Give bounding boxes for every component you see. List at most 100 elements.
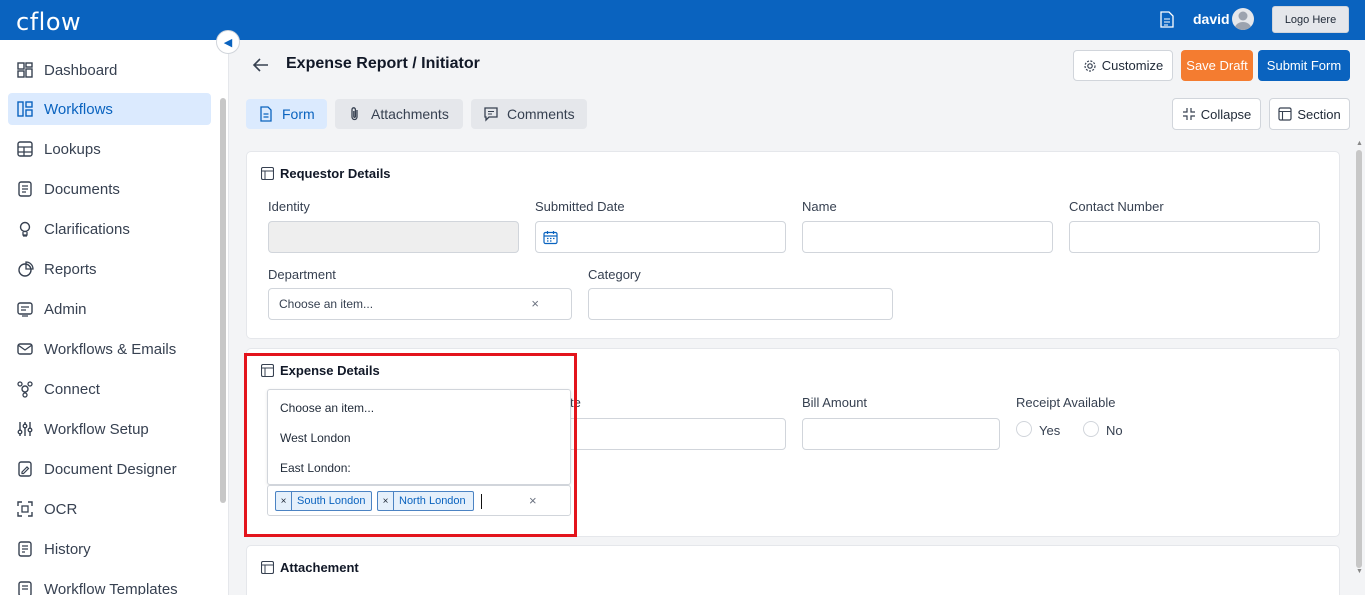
- cflow-logo[interactable]: cflow: [16, 8, 81, 36]
- sidebar-item-workflows[interactable]: Workflows: [8, 93, 211, 125]
- sidebar-item-workflows-emails[interactable]: Workflows & Emails: [8, 333, 211, 365]
- attachement-card: Attachement: [246, 545, 1340, 595]
- identity-label: Identity: [268, 199, 310, 214]
- sidebar-item-history[interactable]: History: [8, 533, 211, 565]
- name-field[interactable]: [802, 221, 1053, 253]
- sidebar-item-label: Workflows & Emails: [44, 340, 177, 358]
- text-cursor: [481, 494, 482, 509]
- document-icon: [16, 180, 34, 198]
- customize-label: Customize: [1101, 58, 1164, 73]
- sidebar-item-label: Workflows: [44, 100, 113, 118]
- scroll-down-icon[interactable]: ▼: [1356, 568, 1363, 575]
- sidebar-item-reports[interactable]: Reports: [8, 253, 211, 285]
- chip-label: North London: [399, 495, 466, 507]
- remove-chip-icon[interactable]: ×: [378, 492, 394, 510]
- attachement-title: Attachement: [280, 560, 359, 575]
- section-icon: [1278, 107, 1292, 121]
- sidebar-collapse-toggle[interactable]: ◀: [216, 30, 240, 54]
- username[interactable]: david: [1193, 11, 1230, 27]
- logo-here-button[interactable]: Logo Here: [1272, 6, 1349, 33]
- page-title: Expense Report / Initiator: [286, 55, 480, 72]
- main-scrollbar[interactable]: [1356, 150, 1362, 568]
- dashboard-icon: [16, 61, 34, 79]
- tab-attachments-label: Attachments: [371, 106, 449, 122]
- sidebar-item-label: Reports: [44, 260, 97, 278]
- sidebar-item-document-designer[interactable]: Document Designer: [8, 453, 211, 485]
- document-icon[interactable]: [1160, 11, 1174, 28]
- save-draft-button[interactable]: Save Draft: [1181, 50, 1253, 81]
- section-icon: [261, 167, 274, 180]
- scroll-up-icon[interactable]: ▲: [1356, 140, 1363, 147]
- bill-amount-label: Bill Amount: [802, 395, 868, 410]
- remove-chip-icon[interactable]: ×: [276, 492, 292, 510]
- sidebar-item-workflow-setup[interactable]: Workflow Setup: [8, 413, 211, 445]
- dropdown-option[interactable]: Choose an item...: [280, 401, 374, 415]
- receipt-yes-radio[interactable]: [1016, 421, 1032, 437]
- tab-comments[interactable]: Comments: [471, 99, 587, 129]
- collapse-label: Collapse: [1200, 106, 1252, 122]
- admin-icon: [16, 300, 34, 318]
- section-icon: [261, 364, 274, 377]
- chip-label: South London: [297, 495, 366, 507]
- clear-icon[interactable]: ×: [529, 493, 537, 508]
- sidebar-item-ocr[interactable]: OCR: [8, 493, 211, 525]
- expense-date-field[interactable]: [535, 418, 786, 450]
- mail-icon: [16, 340, 34, 358]
- sidebar-item-dashboard[interactable]: Dashboard: [8, 54, 211, 86]
- category-label: Category: [588, 267, 641, 282]
- requestor-details-title: Requestor Details: [280, 166, 391, 181]
- designer-icon: [16, 460, 34, 478]
- contact-number-label: Contact Number: [1069, 199, 1164, 214]
- collapse-button[interactable]: Collapse: [1172, 98, 1261, 130]
- section-label: Section: [1297, 106, 1341, 122]
- ocr-icon: [16, 500, 34, 518]
- lightbulb-icon: [16, 220, 34, 238]
- sidebar-item-documents[interactable]: Documents: [8, 173, 211, 205]
- calendar-icon[interactable]: [543, 230, 558, 245]
- submit-form-button[interactable]: Submit Form: [1258, 50, 1350, 81]
- identity-field: [268, 221, 519, 253]
- section-title[interactable]: Expense Details: [261, 363, 380, 378]
- section-button[interactable]: Section: [1269, 98, 1350, 130]
- sidebar-scrollbar[interactable]: [220, 98, 226, 503]
- department-select[interactable]: Choose an item... ×: [268, 288, 572, 320]
- submitted-date-field[interactable]: [535, 221, 786, 253]
- back-arrow-icon[interactable]: [250, 54, 272, 76]
- tab-form-label: Form: [282, 106, 315, 122]
- name-label: Name: [802, 199, 837, 214]
- sidebar-item-lookups[interactable]: Lookups: [8, 133, 211, 165]
- category-field[interactable]: [588, 288, 893, 320]
- sidebar-item-workflow-templates[interactable]: Workflow Templates: [8, 573, 211, 595]
- sidebar-item-admin[interactable]: Admin: [8, 293, 211, 325]
- sidebar-item-label: Workflow Setup: [44, 420, 149, 438]
- clear-icon[interactable]: ×: [531, 296, 539, 311]
- sidebar-item-connect[interactable]: Connect: [8, 373, 211, 405]
- section-title[interactable]: Requestor Details: [261, 166, 391, 181]
- document-icon: [260, 106, 272, 122]
- tab-form[interactable]: Form: [246, 99, 327, 129]
- department-label: Department: [268, 267, 336, 282]
- receipt-yes-label: Yes: [1039, 423, 1061, 438]
- sidebar-item-label: Connect: [44, 380, 100, 398]
- location-multiselect[interactable]: × South London × North London ×: [267, 485, 571, 516]
- user-avatar-icon: [1234, 11, 1252, 30]
- sidebar-item-label: Documents: [44, 180, 120, 198]
- sidebar-item-label: Clarifications: [44, 220, 130, 238]
- department-placeholder: Choose an item...: [279, 297, 374, 311]
- avatar[interactable]: [1232, 8, 1254, 30]
- dropdown-option[interactable]: West London: [280, 431, 351, 445]
- location-dropdown-menu: Choose an item... West London East Londo…: [267, 389, 571, 485]
- contact-number-field[interactable]: [1069, 221, 1320, 253]
- receipt-no-radio[interactable]: [1083, 421, 1099, 437]
- sidebar-item-clarifications[interactable]: Clarifications: [8, 213, 211, 245]
- section-title[interactable]: Attachement: [261, 560, 359, 575]
- sliders-icon: [16, 420, 34, 438]
- customize-button[interactable]: Customize: [1073, 50, 1173, 81]
- expense-date-label: te: [570, 395, 581, 410]
- sidebar-item-label: OCR: [44, 500, 78, 518]
- sidebar-item-label: Document Designer: [44, 460, 177, 478]
- tab-attachments[interactable]: Attachments: [335, 99, 463, 129]
- dropdown-option[interactable]: East London:: [280, 461, 351, 475]
- pie-chart-icon: [16, 260, 34, 278]
- bill-amount-field[interactable]: [802, 418, 1000, 450]
